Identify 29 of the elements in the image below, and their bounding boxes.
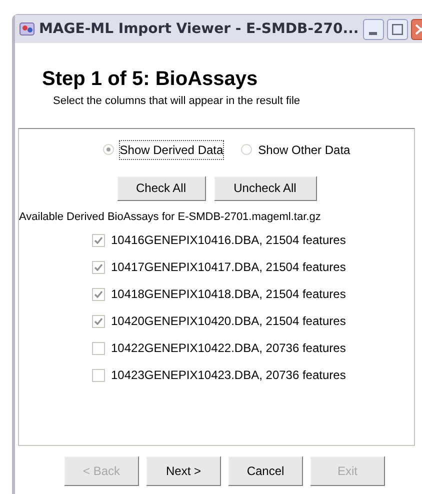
checkbox-icon — [92, 315, 105, 328]
checkbox-icon — [92, 342, 105, 355]
window-title: MAGE-ML Import Viewer - E-SMDB-270... — [39, 20, 359, 38]
radio-option[interactable]: Show Other Data — [241, 140, 350, 158]
minimize-button[interactable] — [362, 18, 384, 40]
radio-icon — [241, 144, 252, 155]
bioassay-checkbox[interactable]: 10422GENEPIX10422.DBA, 20736 features — [92, 341, 346, 356]
maximize-icon — [392, 24, 403, 34]
radio-icon — [102, 144, 114, 155]
step-heading: Step 1 of 5: BioAssays — [42, 67, 259, 91]
check-toggle-button[interactable]: Check All — [116, 176, 206, 200]
step-description: Select the columns that will appear in the result file — [53, 94, 302, 109]
maximize-button[interactable] — [386, 18, 408, 40]
nav-button[interactable]: Cancel — [228, 456, 303, 486]
bioassay-checkbox[interactable]: 10423GENEPIX10423.DBA, 20736 features — [92, 368, 346, 383]
bioassay-checkbox[interactable]: 10416GENEPIX10416.DBA, 21504 features — [92, 233, 346, 248]
checkbox-icon — [92, 261, 105, 274]
bioassay-checkbox[interactable]: 10418GENEPIX10418.DBA, 21504 features — [92, 287, 346, 302]
nav-button[interactable]: Next > — [146, 456, 221, 486]
list-caption: Available Derived BioAssays for E-SMDB-2701.mageml.tar.gz — [19, 210, 321, 224]
minimize-icon — [369, 32, 378, 34]
checkbox-icon — [92, 288, 105, 301]
app-icon — [19, 21, 35, 37]
check-toggle-button[interactable]: Uncheck All — [214, 176, 316, 200]
checkbox-icon — [92, 369, 105, 382]
bioassay-checkbox[interactable]: 10420GENEPIX10420.DBA, 21504 features — [92, 314, 346, 329]
radio-option[interactable]: Show Derived Data — [102, 140, 224, 158]
checkbox-icon — [92, 234, 105, 247]
bioassay-checkbox[interactable]: 10417GENEPIX10417.DBA, 21504 features — [92, 260, 346, 275]
